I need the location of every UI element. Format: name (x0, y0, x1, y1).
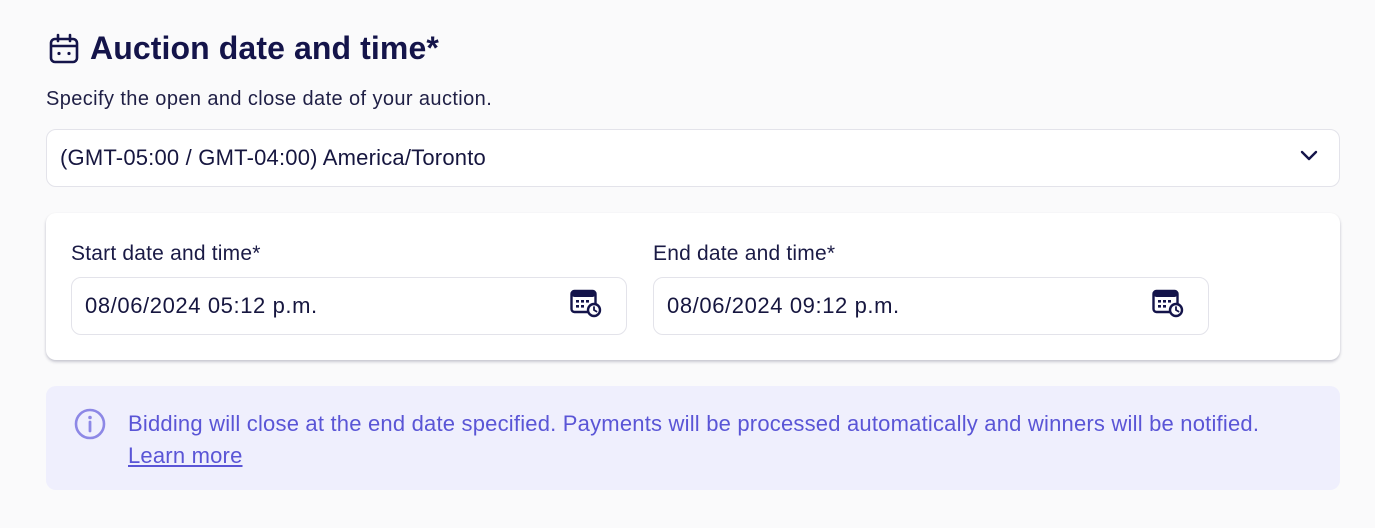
end-date-field: End date and time* 08/06/2024 09:12 p.m. (653, 241, 1209, 335)
info-icon (74, 408, 106, 445)
section-title: Auction date and time* (90, 30, 439, 66)
section-header: Auction date and time* (48, 30, 439, 67)
section-description: Specify the open and close date of your … (46, 88, 493, 110)
end-date-label: End date and time* (653, 242, 836, 265)
start-date-label: Start date and time* (71, 242, 261, 265)
start-date-field: Start date and time* 08/06/2024 05:12 p.… (71, 241, 627, 335)
info-banner: Bidding will close at the end date speci… (46, 386, 1340, 490)
start-date-value: 08/06/2024 05:12 p.m. (85, 293, 318, 318)
start-date-input[interactable]: 08/06/2024 05:12 p.m. (71, 277, 627, 335)
end-date-input[interactable]: 08/06/2024 09:12 p.m. (653, 277, 1209, 335)
date-range-card: Start date and time* 08/06/2024 05:12 p.… (46, 213, 1340, 360)
timezone-select[interactable]: (GMT-05:00 / GMT-04:00) America/Toronto (46, 129, 1340, 187)
calendar-clock-icon[interactable] (570, 289, 602, 324)
learn-more-link[interactable]: Learn more (128, 440, 243, 472)
info-message: Bidding will close at the end date speci… (128, 411, 1260, 436)
timezone-value: (GMT-05:00 / GMT-04:00) America/Toronto (60, 145, 486, 170)
end-date-value: 08/06/2024 09:12 p.m. (667, 293, 900, 318)
info-text: Bidding will close at the end date speci… (128, 408, 1310, 472)
calendar-clock-icon[interactable] (1152, 289, 1184, 324)
calendar-icon (48, 33, 80, 65)
chevron-down-icon[interactable] (1299, 149, 1319, 168)
